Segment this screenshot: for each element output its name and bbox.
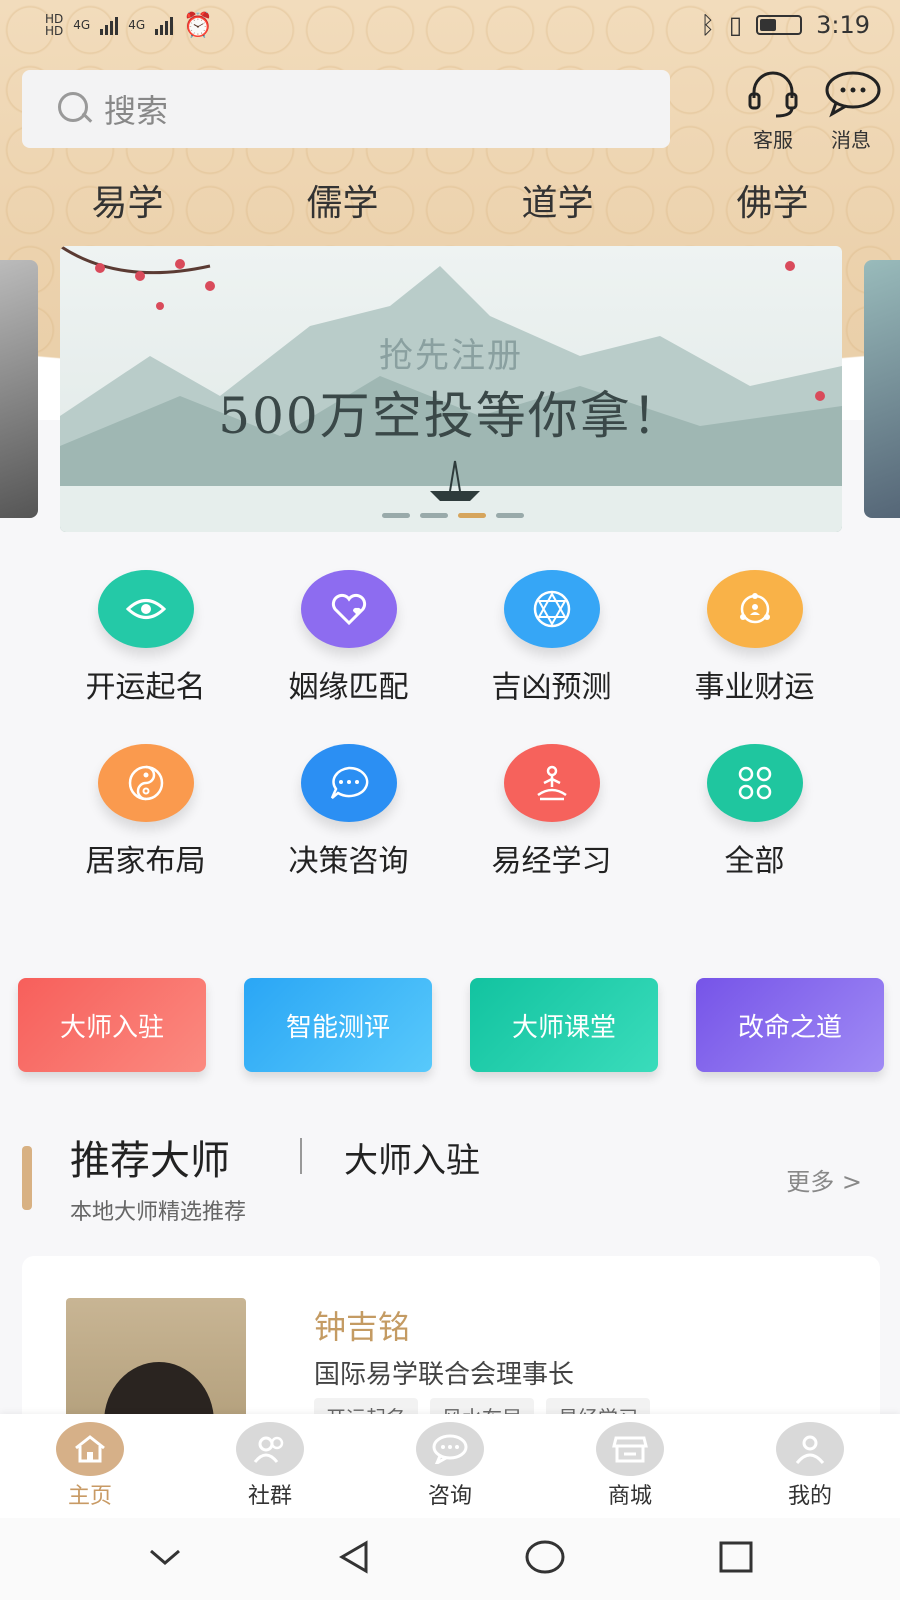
more-link[interactable]: 更多 > bbox=[786, 1162, 862, 1197]
feature-label: 决策咨询 bbox=[288, 844, 409, 879]
feature-all[interactable]: 全部 bbox=[653, 744, 856, 880]
section-title[interactable]: 推荐大师 bbox=[70, 1128, 230, 1186]
status-right: ᛒ ▯ 3:19 bbox=[700, 11, 870, 39]
master-title: 国际易学联合会理事长 bbox=[314, 1360, 575, 1390]
section-marker bbox=[22, 1146, 32, 1210]
grid-icon bbox=[706, 744, 803, 822]
vibrate-icon: ▯ bbox=[728, 11, 743, 39]
nav-label: 主页 bbox=[67, 1484, 112, 1509]
tab-foxue[interactable]: 佛学 bbox=[736, 174, 808, 226]
profile-icon bbox=[776, 1422, 844, 1476]
feature-label: 事业财运 bbox=[694, 670, 815, 705]
banner-prev-peek[interactable] bbox=[0, 260, 38, 518]
search-icon bbox=[56, 90, 94, 128]
alarm-icon: ⏰ bbox=[183, 11, 214, 39]
bottom-nav: 主页 社群 咨询 商城 我的 bbox=[0, 1414, 900, 1518]
yinyang-icon bbox=[97, 744, 194, 822]
message-icon bbox=[824, 70, 881, 118]
feature-label: 居家布局 bbox=[85, 844, 206, 879]
chat-icon bbox=[300, 744, 397, 822]
smart-evaluation-button[interactable]: 智能测评 bbox=[244, 978, 432, 1072]
tab-daoxue[interactable]: 道学 bbox=[521, 174, 593, 226]
network-type-1: 4G bbox=[73, 18, 91, 32]
consult-icon bbox=[416, 1422, 484, 1476]
nav-label: 我的 bbox=[787, 1484, 832, 1509]
system-navigation-bar bbox=[0, 1518, 900, 1600]
search-placeholder: 搜索 bbox=[104, 92, 169, 130]
recents-icon[interactable] bbox=[716, 1537, 756, 1581]
banner-dot[interactable] bbox=[382, 513, 410, 518]
customer-service-button[interactable]: 客服 bbox=[738, 70, 808, 153]
nav-community[interactable]: 社群 bbox=[210, 1422, 330, 1510]
banner-subtitle: 抢先注册 bbox=[379, 336, 523, 376]
hd-indicator: HD HD bbox=[45, 12, 64, 38]
chevron-down-icon[interactable] bbox=[145, 1545, 185, 1573]
status-left: HD HD 4G 4G ⏰ bbox=[45, 11, 213, 39]
feature-juece-zixun[interactable]: 决策咨询 bbox=[247, 744, 450, 880]
banner-carousel[interactable]: 抢先注册 500万空投等你拿！ bbox=[60, 246, 842, 532]
master-name: 钟吉铭 bbox=[314, 1308, 411, 1346]
master-class-button[interactable]: 大师课堂 bbox=[470, 978, 658, 1072]
bluetooth-icon: ᛒ bbox=[700, 11, 715, 39]
signal-icon bbox=[100, 15, 119, 35]
category-tabs: 易学 儒学 道学 佛学 bbox=[20, 170, 880, 230]
meditation-icon bbox=[503, 744, 600, 822]
feature-label: 全部 bbox=[724, 844, 785, 879]
change-fate-button[interactable]: 改命之道 bbox=[696, 978, 884, 1072]
nav-label: 社群 bbox=[247, 1484, 292, 1509]
battery-icon bbox=[756, 15, 803, 35]
career-icon bbox=[706, 570, 803, 648]
tab-yixue[interactable]: 易学 bbox=[91, 174, 163, 226]
home-icon bbox=[56, 1422, 124, 1476]
feature-yijing-xuexi[interactable]: 易经学习 bbox=[450, 744, 653, 880]
nav-label: 咨询 bbox=[427, 1484, 472, 1509]
quick-buttons: 大师入驻 智能测评 大师课堂 改命之道 bbox=[18, 978, 884, 1072]
signal-icon-2 bbox=[155, 15, 174, 35]
banner-dot[interactable] bbox=[496, 513, 524, 518]
nav-label: 商城 bbox=[607, 1484, 652, 1509]
hexagram-icon bbox=[503, 570, 600, 648]
feature-jixiong-yuce[interactable]: 吉凶预测 bbox=[450, 570, 653, 706]
feature-jujia-buju[interactable]: 居家布局 bbox=[44, 744, 247, 880]
master-join-button[interactable]: 大师入驻 bbox=[18, 978, 206, 1072]
feature-kaiyun-qiming[interactable]: 开运起名 bbox=[44, 570, 247, 706]
nav-shop[interactable]: 商城 bbox=[570, 1422, 690, 1510]
feature-label: 易经学习 bbox=[491, 844, 612, 879]
nav-profile[interactable]: 我的 bbox=[750, 1422, 870, 1510]
nav-consult[interactable]: 咨询 bbox=[390, 1422, 510, 1510]
section-divider bbox=[300, 1138, 302, 1174]
status-time: 3:19 bbox=[816, 11, 870, 39]
feature-shiye-caiyun[interactable]: 事业财运 bbox=[653, 570, 856, 706]
customer-service-label: 客服 bbox=[753, 128, 793, 152]
search-input[interactable]: 搜索 bbox=[22, 70, 670, 148]
section-tab-master-join[interactable]: 大师入驻 bbox=[344, 1133, 480, 1182]
home-circle-icon[interactable] bbox=[523, 1537, 567, 1581]
message-label: 消息 bbox=[831, 128, 871, 152]
tab-ruxue[interactable]: 儒学 bbox=[306, 174, 378, 226]
banner-next-peek[interactable] bbox=[864, 260, 900, 518]
nav-home[interactable]: 主页 bbox=[30, 1422, 150, 1510]
section-subtitle: 本地大师精选推荐 bbox=[70, 1200, 247, 1225]
banner-dot-active[interactable] bbox=[458, 513, 486, 518]
banner-pagination bbox=[382, 513, 524, 518]
message-button[interactable]: 消息 bbox=[816, 70, 886, 153]
back-icon[interactable] bbox=[334, 1537, 374, 1581]
banner-headline: 500万空投等你拿！ bbox=[218, 387, 684, 445]
community-icon bbox=[236, 1422, 304, 1476]
feature-yinyuan-pipei[interactable]: 姻缘匹配 bbox=[247, 570, 450, 706]
status-bar: HD HD 4G 4G ⏰ ᛒ ▯ 3:19 bbox=[0, 0, 900, 50]
feature-label: 开运起名 bbox=[85, 670, 206, 705]
banner-dot[interactable] bbox=[420, 513, 448, 518]
feature-label: 姻缘匹配 bbox=[288, 670, 409, 705]
network-type-2: 4G bbox=[128, 18, 146, 32]
feature-grid: 开运起名 姻缘匹配 吉凶预测 事业财运 居家布局 决策咨询 易经学习 全部 bbox=[44, 570, 856, 880]
eye-icon bbox=[97, 570, 194, 648]
headset-icon bbox=[746, 70, 800, 118]
heart-icon bbox=[300, 570, 397, 648]
feature-label: 吉凶预测 bbox=[491, 670, 612, 705]
shop-icon bbox=[596, 1422, 664, 1476]
